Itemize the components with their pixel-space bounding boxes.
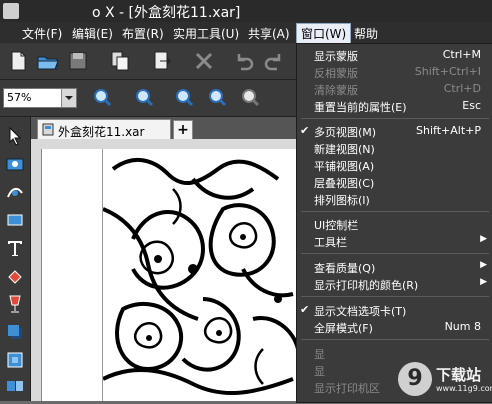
menu-item-printer-colours[interactable]: 显示打印机的颜色(R) ▶: [297, 276, 492, 293]
selector-tool-icon[interactable]: [4, 125, 26, 147]
delete-icon[interactable]: [192, 49, 216, 73]
title-bar: o X - [外盒刻花11.xar]: [0, 0, 492, 22]
export-icon[interactable]: [150, 49, 174, 73]
menu-utilities[interactable]: 实用工具(U): [173, 25, 239, 42]
submenu-arrow-icon: ▶: [480, 234, 487, 244]
menu-item-show-mask[interactable]: 显示蒙版 Ctrl+M: [297, 47, 492, 64]
menu-separator: [301, 296, 489, 297]
zoom-100-icon[interactable]: [132, 86, 156, 110]
menu-item-multipage-view[interactable]: ✔ 多页视图(M) Shift+Alt+P: [297, 123, 492, 140]
menu-item-cascade-view[interactable]: 层叠视图(C): [297, 174, 492, 191]
submenu-arrow-icon: ▶: [480, 260, 487, 270]
menu-separator: [301, 253, 489, 254]
document-tab[interactable]: 外盒刻花11.xar: [37, 119, 171, 140]
undo-icon[interactable]: [232, 49, 256, 73]
submenu-arrow-icon: ▶: [480, 277, 487, 287]
zoom-previous-icon[interactable]: [238, 86, 262, 110]
zoom-select[interactable]: 57%: [3, 88, 77, 108]
watermark-url: www.11g9.com: [436, 384, 492, 393]
app-icon: [3, 3, 19, 19]
zoom-value: 57%: [7, 91, 32, 104]
checkmark-icon: ✔: [300, 303, 310, 316]
window-title: o X - [外盒刻花11.xar]: [92, 5, 241, 21]
menu-separator: [301, 339, 489, 340]
redo-icon[interactable]: [262, 49, 286, 73]
new-tab-button[interactable]: +: [173, 120, 193, 140]
menu-help[interactable]: 帮助: [354, 25, 378, 42]
menu-item-arrange-icons[interactable]: 排列图标(I): [297, 191, 492, 208]
import-icon[interactable]: [108, 49, 132, 73]
menu-item-invert-mask[interactable]: 反相蒙版 Shift+Ctrl+I: [297, 64, 492, 81]
menu-item-new-view[interactable]: 新建视图(N): [297, 140, 492, 157]
menu-item-ui-control-bars[interactable]: UI控制栏: [297, 216, 492, 233]
menu-edit[interactable]: 编辑(E): [72, 25, 113, 42]
shape-editor-icon[interactable]: [4, 181, 26, 203]
rectangle-tool-icon[interactable]: [4, 209, 26, 231]
menu-arrange[interactable]: 布置(R): [122, 25, 164, 42]
save-icon[interactable]: [66, 49, 90, 73]
menu-share[interactable]: 共享(A): [248, 25, 290, 42]
tool-panel: [0, 117, 31, 401]
document-page: [102, 149, 301, 401]
menu-bar: 文件(F) 编辑(E) 布置(R) 实用工具(U) 共享(A) 窗口(W) 帮助: [0, 22, 492, 44]
menu-separator: [301, 118, 489, 119]
checkmark-icon: ✔: [300, 124, 310, 137]
menu-separator: [301, 211, 489, 212]
document-tab-bar: 外盒刻花11.xar +: [31, 117, 301, 140]
watermark: 9 下载站 www.11g9.com: [398, 362, 492, 401]
lace-artwork: [102, 149, 301, 401]
watermark-logo: 9: [398, 362, 432, 396]
watermark-text: 下载站: [436, 366, 482, 384]
text-tool-icon[interactable]: [4, 237, 26, 259]
menu-item-show-document-tabs[interactable]: ✔ 显示文档选项卡(T): [297, 302, 492, 319]
fill-tool-icon[interactable]: [4, 265, 26, 287]
menu-item-clear-mask[interactable]: 清除蒙版 Ctrl+D: [297, 81, 492, 98]
chevron-down-icon[interactable]: [61, 89, 76, 107]
window-menu-dropdown: 显示蒙版 Ctrl+M 反相蒙版 Shift+Ctrl+I 清除蒙版 Ctrl+…: [296, 43, 492, 403]
bevel-tool-icon[interactable]: [4, 349, 26, 371]
document-icon: [42, 123, 54, 136]
zoom-fit-icon[interactable]: [90, 86, 114, 110]
transparency-tool-icon[interactable]: [4, 293, 26, 315]
zoom-drawing-icon[interactable]: [172, 86, 196, 110]
blend-tool-icon[interactable]: [4, 375, 26, 397]
photo-tool-icon[interactable]: [4, 153, 26, 175]
menu-item-view-quality[interactable]: 查看质量(Q) ▶: [297, 259, 492, 276]
shadow-tool-icon[interactable]: [4, 321, 26, 343]
menu-file[interactable]: 文件(F): [22, 25, 62, 42]
zoom-selection-icon[interactable]: [205, 86, 229, 110]
menu-item-show-1[interactable]: 显: [297, 345, 492, 362]
menu-item-reset-attributes[interactable]: 重置当前的属性(E) Esc: [297, 98, 492, 115]
vertical-ruler[interactable]: [31, 149, 42, 401]
open-folder-icon[interactable]: [36, 49, 60, 73]
menu-item-toolbars[interactable]: 工具栏 ▶: [297, 233, 492, 250]
menu-window[interactable]: 窗口(W): [296, 23, 352, 44]
menu-item-full-screen[interactable]: 全屏模式(F) Num 8: [297, 319, 492, 336]
document-tab-label: 外盒刻花11.xar: [58, 125, 145, 139]
menu-item-tile-view[interactable]: 平铺视图(A): [297, 157, 492, 174]
new-document-icon[interactable]: [6, 49, 30, 73]
drawing-canvas[interactable]: [42, 149, 301, 401]
